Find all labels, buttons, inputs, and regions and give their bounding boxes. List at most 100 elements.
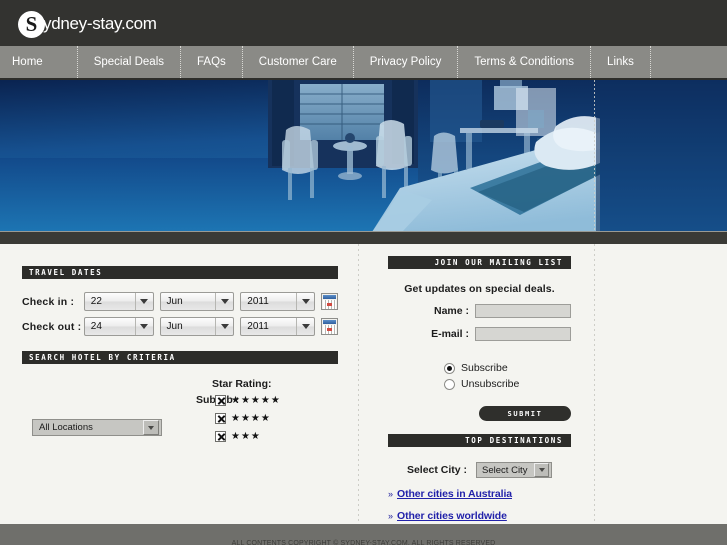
chevron-down-icon: [215, 293, 233, 310]
logo-badge-icon: S: [18, 11, 45, 38]
nav-label: FAQs: [197, 56, 226, 68]
criteria-section: SEARCH HOTEL BY CRITERIA Star Rating: Su…: [22, 351, 338, 464]
location-select[interactable]: All Locations: [32, 419, 162, 436]
checkin-month-value: Jun: [161, 293, 216, 310]
chevron-down-icon: [534, 463, 549, 477]
mailing-list-tagline: Get updates on special deals.: [388, 283, 571, 295]
nav-label: Links: [607, 56, 634, 68]
site-logo[interactable]: S ydney-stay.com: [18, 10, 157, 38]
checkout-year-select[interactable]: 2011: [240, 317, 315, 336]
travel-dates-form: Check in : 22 Jun 2011: [22, 291, 338, 337]
sidebar-panel: JOIN OUR MAILING LIST Get updates on spe…: [388, 256, 571, 522]
bullet-icon: »: [388, 489, 393, 499]
column-divider-left: [358, 244, 359, 524]
star-rating-4-stars: ★★★★: [231, 413, 271, 424]
star-rating-4-option[interactable]: ★★★★: [215, 410, 281, 427]
checkout-year-value: 2011: [241, 318, 296, 335]
checkout-day-select[interactable]: 24: [84, 317, 154, 336]
submit-button[interactable]: SUBMIT: [479, 406, 571, 421]
unsubscribe-option[interactable]: Unsubscribe: [444, 376, 571, 392]
checkbox-checked-icon[interactable]: [215, 431, 226, 442]
checkout-row: Check out : 24 Jun 2011: [22, 316, 338, 337]
nav-item-faqs[interactable]: FAQs: [181, 46, 243, 78]
hotel-room-banner-icon: [0, 80, 727, 232]
nav-item-terms-conditions[interactable]: Terms & Conditions: [458, 46, 591, 78]
location-select-value: All Locations: [33, 422, 143, 433]
nav-filler: [651, 46, 727, 78]
main-navigation: Home Special Deals FAQs Customer Care Pr…: [0, 46, 727, 80]
select-city-label: Select City :: [407, 464, 467, 476]
link-other-cities-worldwide-row: » Other cities worldwide: [388, 510, 571, 522]
star-rating-5-option[interactable]: ★★★★★: [215, 392, 281, 409]
checkbox-checked-icon[interactable]: [215, 413, 226, 424]
email-field-row: E-mail :: [388, 327, 571, 341]
site-header: S ydney-stay.com: [0, 0, 727, 46]
page-root: S ydney-stay.com Home Special Deals FAQs…: [0, 0, 727, 545]
travel-dates-title: TRAVEL DATES: [29, 266, 102, 279]
checkin-day-select[interactable]: 22: [84, 292, 154, 311]
criteria-header: SEARCH HOTEL BY CRITERIA: [22, 351, 338, 364]
name-label: Name :: [434, 305, 469, 317]
top-destinations-title: TOP DESTINATIONS: [465, 434, 563, 447]
chevron-down-icon: [143, 420, 159, 435]
top-destinations-header: TOP DESTINATIONS: [388, 434, 571, 447]
checkout-month-select[interactable]: Jun: [160, 317, 235, 336]
column-divider-right: [594, 244, 595, 524]
select-city-row: Select City : Select City: [388, 462, 571, 478]
checkout-day-value: 24: [85, 318, 135, 335]
subscribe-option[interactable]: Subscribe: [444, 360, 571, 376]
chevron-down-icon: [215, 318, 233, 335]
nav-label: Home: [12, 56, 43, 68]
calendar-icon[interactable]: [321, 293, 338, 310]
checkbox-checked-icon[interactable]: [215, 395, 226, 406]
checkin-year-select[interactable]: 2011: [240, 292, 315, 311]
star-rating-5-stars: ★★★★★: [231, 395, 281, 406]
subscription-options: Subscribe Unsubscribe: [388, 360, 571, 392]
top-destinations-section: TOP DESTINATIONS Select City : Select Ci…: [388, 434, 571, 522]
checkin-label: Check in :: [22, 296, 84, 308]
checkin-year-value: 2011: [241, 293, 296, 310]
link-other-cities-australia[interactable]: Other cities in Australia: [397, 488, 512, 500]
checkin-day-value: 22: [85, 293, 135, 310]
main-content: TRAVEL DATES Check in : 22 Jun 2011: [0, 244, 727, 524]
nav-item-home[interactable]: Home: [0, 46, 78, 78]
criteria-title: SEARCH HOTEL BY CRITERIA: [29, 351, 176, 364]
star-rating-options: ★★★★★ ★★★★ ★★★: [215, 392, 281, 446]
hero-divider: [594, 80, 595, 232]
email-input[interactable]: [475, 327, 571, 341]
link-other-cities-australia-row: » Other cities in Australia: [388, 488, 571, 500]
radio-unselected-icon[interactable]: [444, 379, 455, 390]
email-label: E-mail :: [431, 328, 469, 340]
search-panel: TRAVEL DATES Check in : 22 Jun 2011: [22, 266, 338, 464]
calendar-icon[interactable]: [321, 318, 338, 335]
mailing-list-title: JOIN OUR MAILING LIST: [435, 256, 563, 269]
criteria-body: Star Rating: Suburb : ★★★★★ ★★★★: [22, 364, 338, 464]
star-rating-3-option[interactable]: ★★★: [215, 428, 281, 445]
chevron-down-icon: [296, 293, 314, 310]
nav-label: Special Deals: [94, 56, 164, 68]
star-rating-label: Star Rating:: [212, 378, 272, 390]
chevron-down-icon: [135, 318, 153, 335]
chevron-down-icon: [135, 293, 153, 310]
link-other-cities-worldwide[interactable]: Other cities worldwide: [397, 510, 507, 522]
bullet-icon: »: [388, 511, 393, 521]
nav-label: Terms & Conditions: [474, 56, 574, 68]
hero-banner: [0, 80, 727, 232]
radio-selected-icon[interactable]: [444, 363, 455, 374]
nav-item-privacy-policy[interactable]: Privacy Policy: [354, 46, 459, 78]
mailing-list-header: JOIN OUR MAILING LIST: [388, 256, 571, 269]
checkin-month-select[interactable]: Jun: [160, 292, 235, 311]
select-city-value: Select City: [477, 465, 534, 476]
name-input[interactable]: [475, 304, 571, 318]
nav-item-customer-care[interactable]: Customer Care: [243, 46, 354, 78]
logo-text: ydney-stay.com: [43, 14, 157, 34]
nav-item-special-deals[interactable]: Special Deals: [78, 46, 181, 78]
nav-label: Customer Care: [259, 56, 337, 68]
checkout-month-value: Jun: [161, 318, 216, 335]
footer-copyright: ALL CONTENTS COPYRIGHT © SYDNEY-STAY.COM…: [232, 540, 496, 545]
subscribe-label: Subscribe: [461, 362, 508, 374]
nav-item-links[interactable]: Links: [591, 46, 651, 78]
select-city-dropdown[interactable]: Select City: [476, 462, 552, 478]
name-field-row: Name :: [388, 304, 571, 318]
chevron-down-icon: [296, 318, 314, 335]
